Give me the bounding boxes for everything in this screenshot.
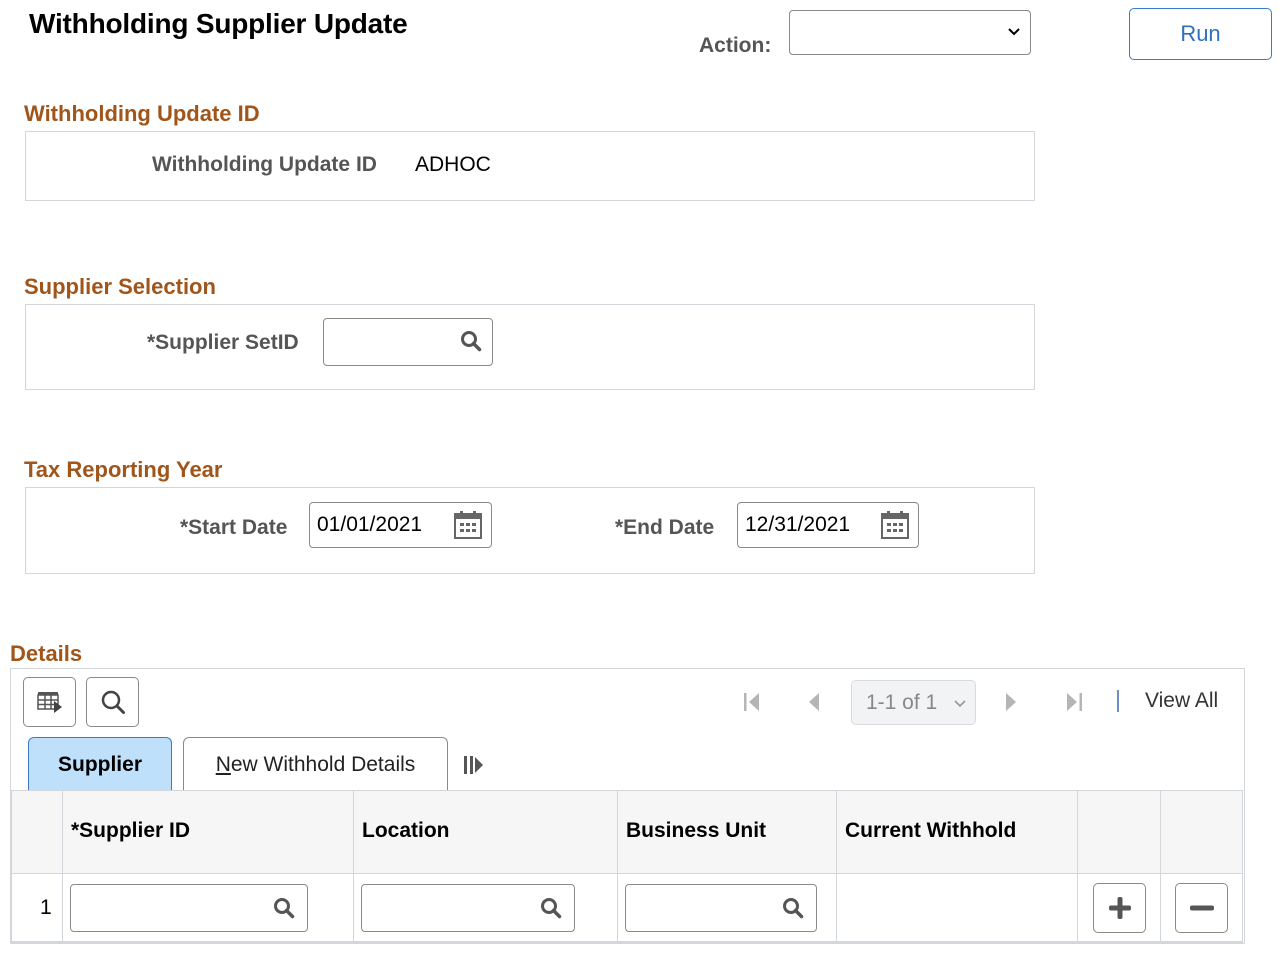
start-date-input[interactable]: 01/01/2021 — [309, 502, 492, 548]
tab-supplier[interactable]: Supplier — [28, 737, 172, 791]
accesskey-letter: N — [215, 752, 231, 776]
start-date-value: 01/01/2021 — [317, 513, 423, 536]
tab-label-rest: ew Withhold Details — [230, 752, 416, 776]
first-page-icon[interactable] — [742, 691, 762, 713]
grid-col-divider — [836, 791, 837, 943]
details-section-title: Details — [10, 641, 83, 666]
supplier-setid-input[interactable] — [323, 318, 493, 366]
plus-icon — [1108, 897, 1131, 919]
page-range-select[interactable]: 1-1 of 1 — [851, 680, 976, 725]
search-icon[interactable] — [273, 897, 295, 919]
withholding-update-id-value: ADHOC — [415, 153, 491, 176]
end-date-value: 12/31/2021 — [745, 513, 851, 536]
find-in-grid-button[interactable] — [86, 677, 139, 727]
add-row-button[interactable] — [1093, 883, 1146, 933]
tab-supplier-label: Supplier — [57, 752, 142, 776]
tax-reporting-year-box: *Start Date 01/01/2021 *End Date 12/31/2… — [25, 487, 1035, 574]
chevron-down-icon — [1008, 28, 1020, 36]
page-title: Withholding Supplier Update — [29, 8, 408, 39]
supplier-selection-box: *Supplier SetID — [25, 304, 1035, 390]
grid-col-divider — [1160, 791, 1161, 943]
grid-col-divider — [617, 791, 618, 943]
business-unit-input[interactable] — [625, 884, 817, 932]
withholding-update-box: Withholding Update ID ADHOC — [25, 131, 1035, 201]
start-date-label: *Start Date — [180, 516, 288, 539]
supplier-setid-label: *Supplier SetID — [147, 331, 299, 354]
column-header-location[interactable]: Location — [362, 819, 450, 843]
withholding-update-section-title: Withholding Update ID — [24, 101, 260, 126]
run-button[interactable]: Run — [1129, 8, 1272, 60]
row-number: 1 — [40, 896, 52, 919]
pager-divider — [1117, 690, 1119, 712]
tax-reporting-year-section-title: Tax Reporting Year — [24, 457, 223, 482]
next-page-icon[interactable] — [1002, 691, 1022, 713]
last-page-icon[interactable] — [1064, 691, 1084, 713]
calendar-icon[interactable] — [880, 510, 910, 540]
action-select[interactable] — [789, 10, 1031, 55]
page-range-text: 1-1 of 1 — [866, 691, 938, 714]
action-label: Action: — [699, 34, 772, 57]
supplier-id-input[interactable] — [70, 884, 308, 932]
supplier-selection-section-title: Supplier Selection — [24, 274, 216, 299]
end-date-label: *End Date — [615, 516, 715, 539]
column-header-supplier-id[interactable]: *Supplier ID — [71, 819, 190, 843]
grid-col-divider — [353, 791, 354, 943]
minus-icon — [1189, 905, 1214, 911]
column-header-business-unit[interactable]: Business Unit — [626, 819, 766, 843]
personalize-grid-button[interactable] — [23, 677, 76, 727]
search-icon[interactable] — [782, 897, 804, 919]
grid-col-divider — [1077, 791, 1078, 943]
tab-new-withhold-details-label: New Withhold Details — [216, 753, 416, 777]
location-input[interactable] — [361, 884, 575, 932]
view-all-link[interactable]: View All — [1145, 689, 1218, 713]
search-icon[interactable] — [460, 330, 482, 352]
search-icon — [101, 690, 125, 714]
previous-page-icon[interactable] — [803, 691, 823, 713]
withholding-update-id-label: Withholding Update ID — [152, 153, 377, 176]
delete-row-button[interactable] — [1175, 883, 1228, 933]
grid-col-divider — [11, 791, 12, 943]
grid-col-divider — [1242, 791, 1243, 943]
grid-col-divider — [62, 791, 63, 943]
calendar-icon[interactable] — [453, 510, 483, 540]
column-header-current-withhold[interactable]: Current Withhold — [845, 819, 1016, 843]
chevron-down-icon — [954, 700, 966, 708]
tab-new-withhold-details[interactable]: New Withhold Details — [183, 737, 448, 791]
search-icon[interactable] — [540, 897, 562, 919]
grid-bottom-border — [11, 941, 1243, 943]
end-date-input[interactable]: 12/31/2021 — [737, 502, 919, 548]
show-all-columns-icon[interactable] — [462, 754, 486, 776]
grid-personalize-icon — [36, 692, 62, 713]
